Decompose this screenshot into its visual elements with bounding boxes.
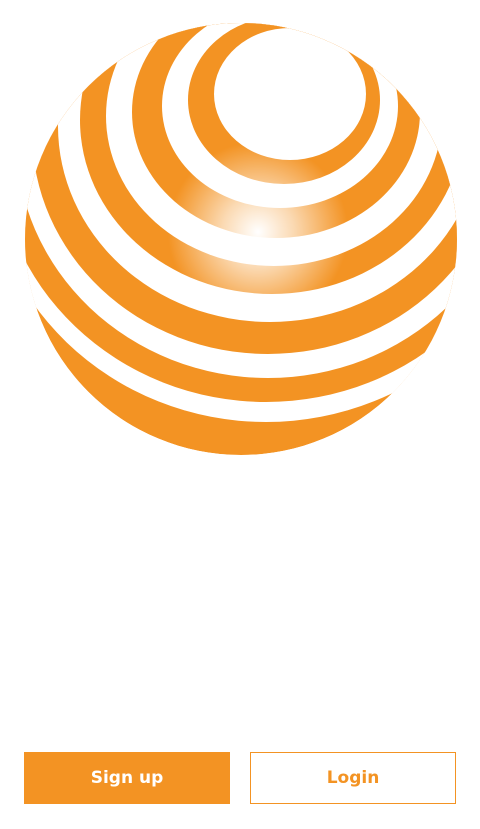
sign-up-button[interactable]: Sign up (24, 752, 230, 804)
striped-globe-icon (25, 23, 457, 455)
striped-globe-logo-icon (22, 20, 460, 458)
login-button[interactable]: Login (250, 752, 456, 804)
welcome-screen: Sign up Login (0, 0, 480, 829)
